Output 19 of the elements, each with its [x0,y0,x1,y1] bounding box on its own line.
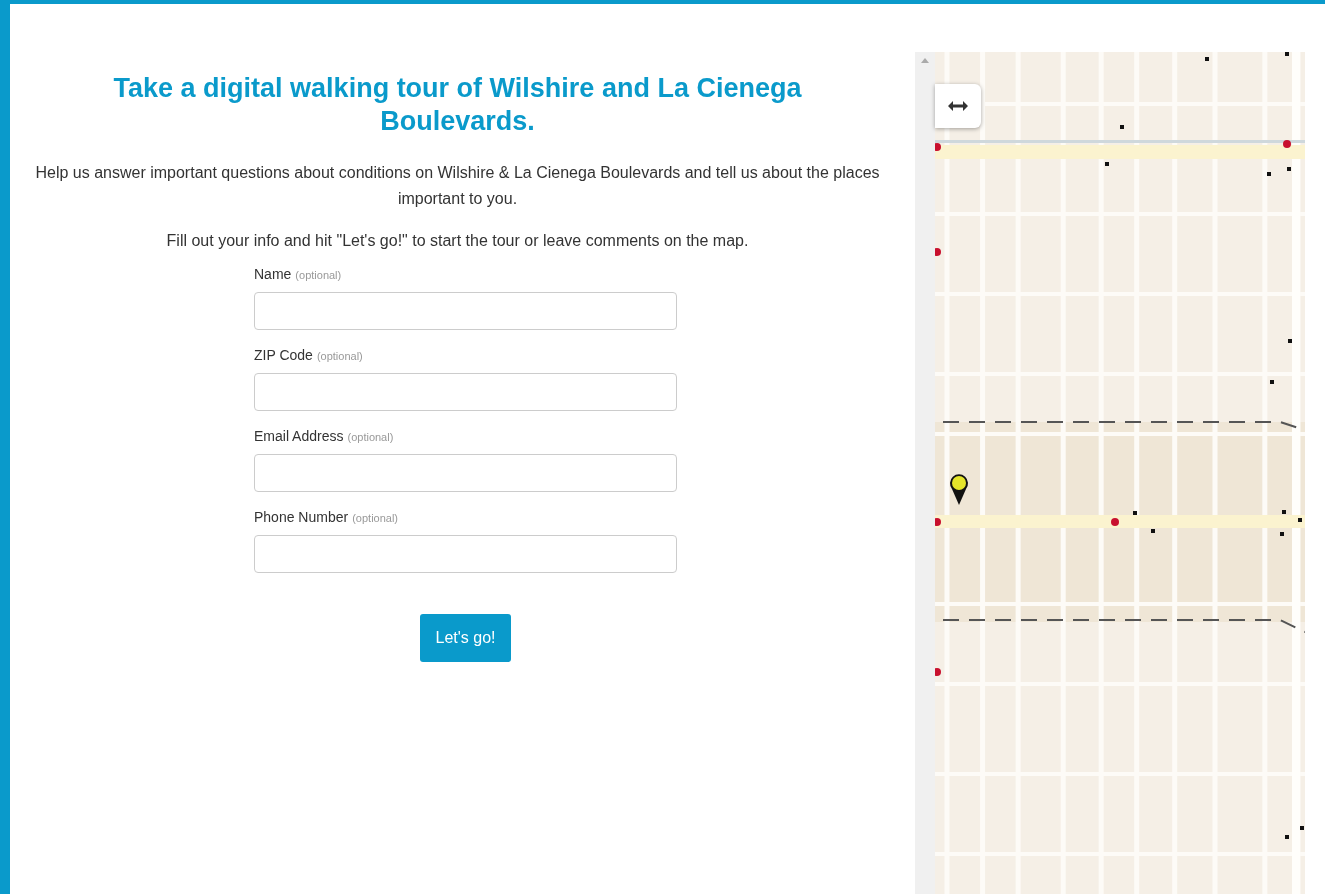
input-field[interactable] [254,292,677,330]
input-field[interactable] [254,535,677,573]
horizontal-arrows-icon [948,101,968,111]
intro-text: Fill out your info and hit "Let's go!" to start the tour or leave comments on the map. [165,231,750,251]
input-field[interactable] [254,454,677,492]
optional-hint: (optional) [316,350,363,362]
field-label: Email Address [254,428,344,444]
field-label: Name [254,266,292,282]
intro-text: Help us answer important questions about conditions on Wilshire & La Cienega Boulevards and tell us about the places important to you. [34,163,881,209]
optional-hint: (optional) [295,269,342,281]
optional-hint: (optional) [352,512,399,524]
expand-map-button[interactable] [935,84,981,128]
page-title: Take a digital walking tour of Wilshire and La Cienega Boulevards. [112,72,803,138]
input-field[interactable] [254,373,677,411]
optional-hint: (optional) [347,431,394,443]
submit-button[interactable]: Let's go! [419,614,512,662]
up-arrow-icon[interactable] [921,58,929,63]
field-label: Phone Number [254,509,349,525]
field-label: ZIP Code [254,347,313,363]
